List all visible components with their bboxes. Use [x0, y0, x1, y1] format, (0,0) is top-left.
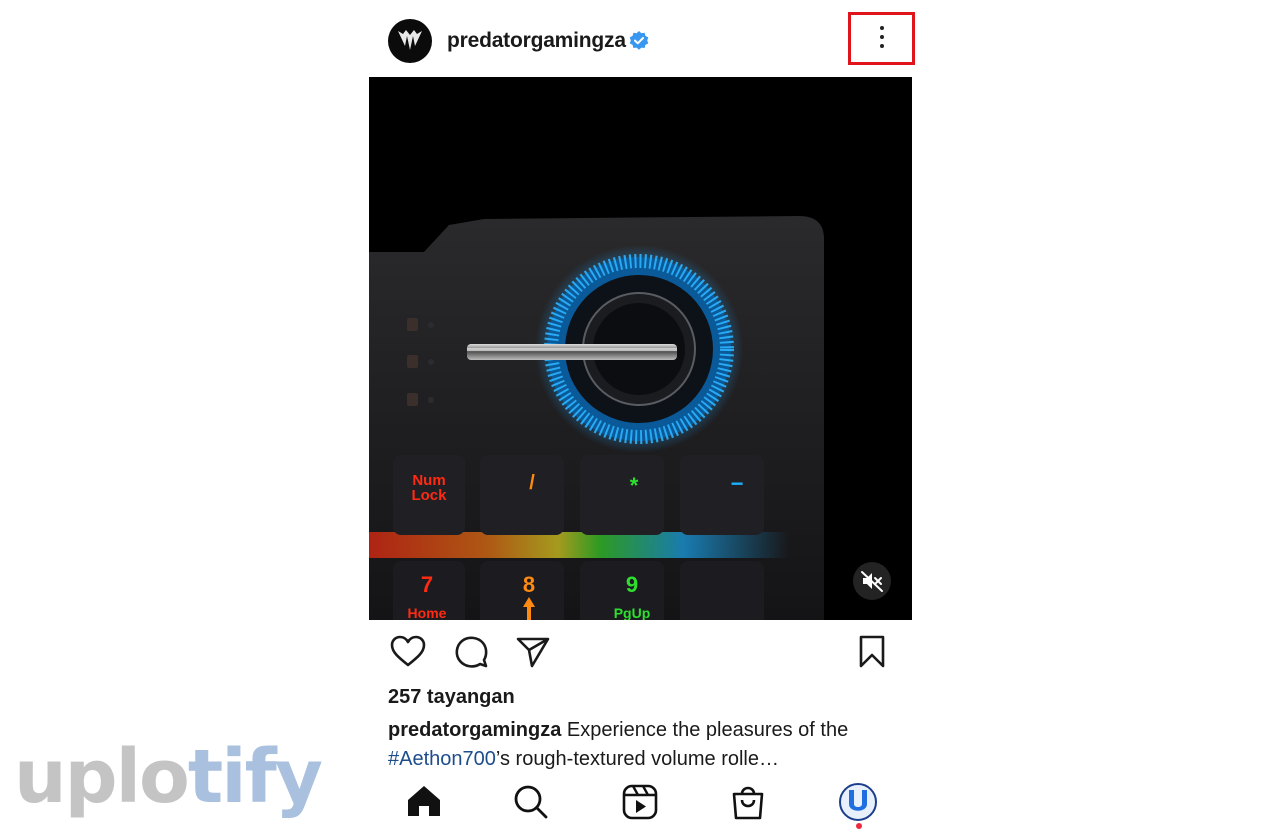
post-caption: predatorgamingza Experience the pleasure… — [388, 716, 898, 774]
instagram-post: predatorgamingza Num Lock / * − 7 Home 8… — [369, 0, 915, 832]
predator-logo-icon[interactable] — [388, 19, 432, 63]
home-icon — [408, 786, 440, 816]
save-button[interactable] — [852, 632, 892, 672]
send-icon — [516, 637, 550, 668]
view-count: 257 tayangan — [388, 686, 515, 708]
post-actions — [369, 632, 912, 676]
uplotify-watermark: uplotify — [14, 740, 323, 814]
key-numlock-label-2: Lock — [411, 487, 447, 504]
profile-icon — [839, 783, 877, 821]
watermark-part2: tify — [187, 734, 323, 820]
caption-hashtag[interactable]: #Aethon700 — [388, 748, 496, 770]
watermark-part1: uplo — [14, 734, 190, 820]
mute-button[interactable] — [853, 562, 891, 600]
heart-icon — [390, 635, 426, 667]
nav-shop[interactable] — [726, 780, 770, 824]
shop-icon — [732, 786, 764, 820]
key-eight-label: 8 — [523, 572, 535, 597]
comment-button[interactable] — [451, 632, 491, 672]
bookmark-icon — [859, 635, 885, 668]
more-options-button[interactable] — [848, 12, 915, 65]
post-media[interactable]: Num Lock / * − 7 Home 8 9 PgUp — [369, 77, 912, 620]
bottom-navigation — [369, 780, 912, 832]
more-options-icon-dot — [880, 35, 884, 39]
caption-text: Experience the pleasures of the — [561, 719, 849, 741]
nav-reels[interactable] — [618, 780, 662, 824]
verified-badge-icon — [628, 30, 650, 52]
more-options-icon — [880, 26, 884, 30]
key-minus-label: − — [731, 471, 744, 496]
key-pgup-label: PgUp — [614, 605, 651, 620]
like-button[interactable] — [388, 632, 428, 672]
post-header: predatorgamingza — [369, 12, 915, 66]
key-asterisk-label: * — [630, 473, 639, 498]
share-button[interactable] — [513, 632, 553, 672]
key-seven-label: 7 — [421, 572, 433, 597]
key-nine-label: 9 — [626, 572, 638, 597]
caption-text-more[interactable]: ’s rough-textured volume rolle… — [496, 748, 779, 770]
key-slash-label: / — [529, 472, 535, 494]
caption-username[interactable]: predatorgamingza — [388, 719, 561, 741]
more-options-icon-dot — [880, 44, 884, 48]
comment-icon — [455, 636, 488, 668]
nav-profile[interactable] — [836, 780, 880, 824]
post-username[interactable]: predatorgamingza — [447, 29, 626, 53]
nav-search[interactable] — [509, 780, 553, 824]
muted-speaker-icon — [861, 571, 883, 592]
notification-dot — [856, 823, 862, 829]
nav-home[interactable] — [402, 780, 446, 824]
search-icon — [514, 785, 548, 819]
keyboard-photo: Num Lock / * − 7 Home 8 9 PgUp — [369, 216, 824, 620]
reels-icon — [622, 784, 658, 820]
key-home-label: Home — [408, 605, 447, 620]
